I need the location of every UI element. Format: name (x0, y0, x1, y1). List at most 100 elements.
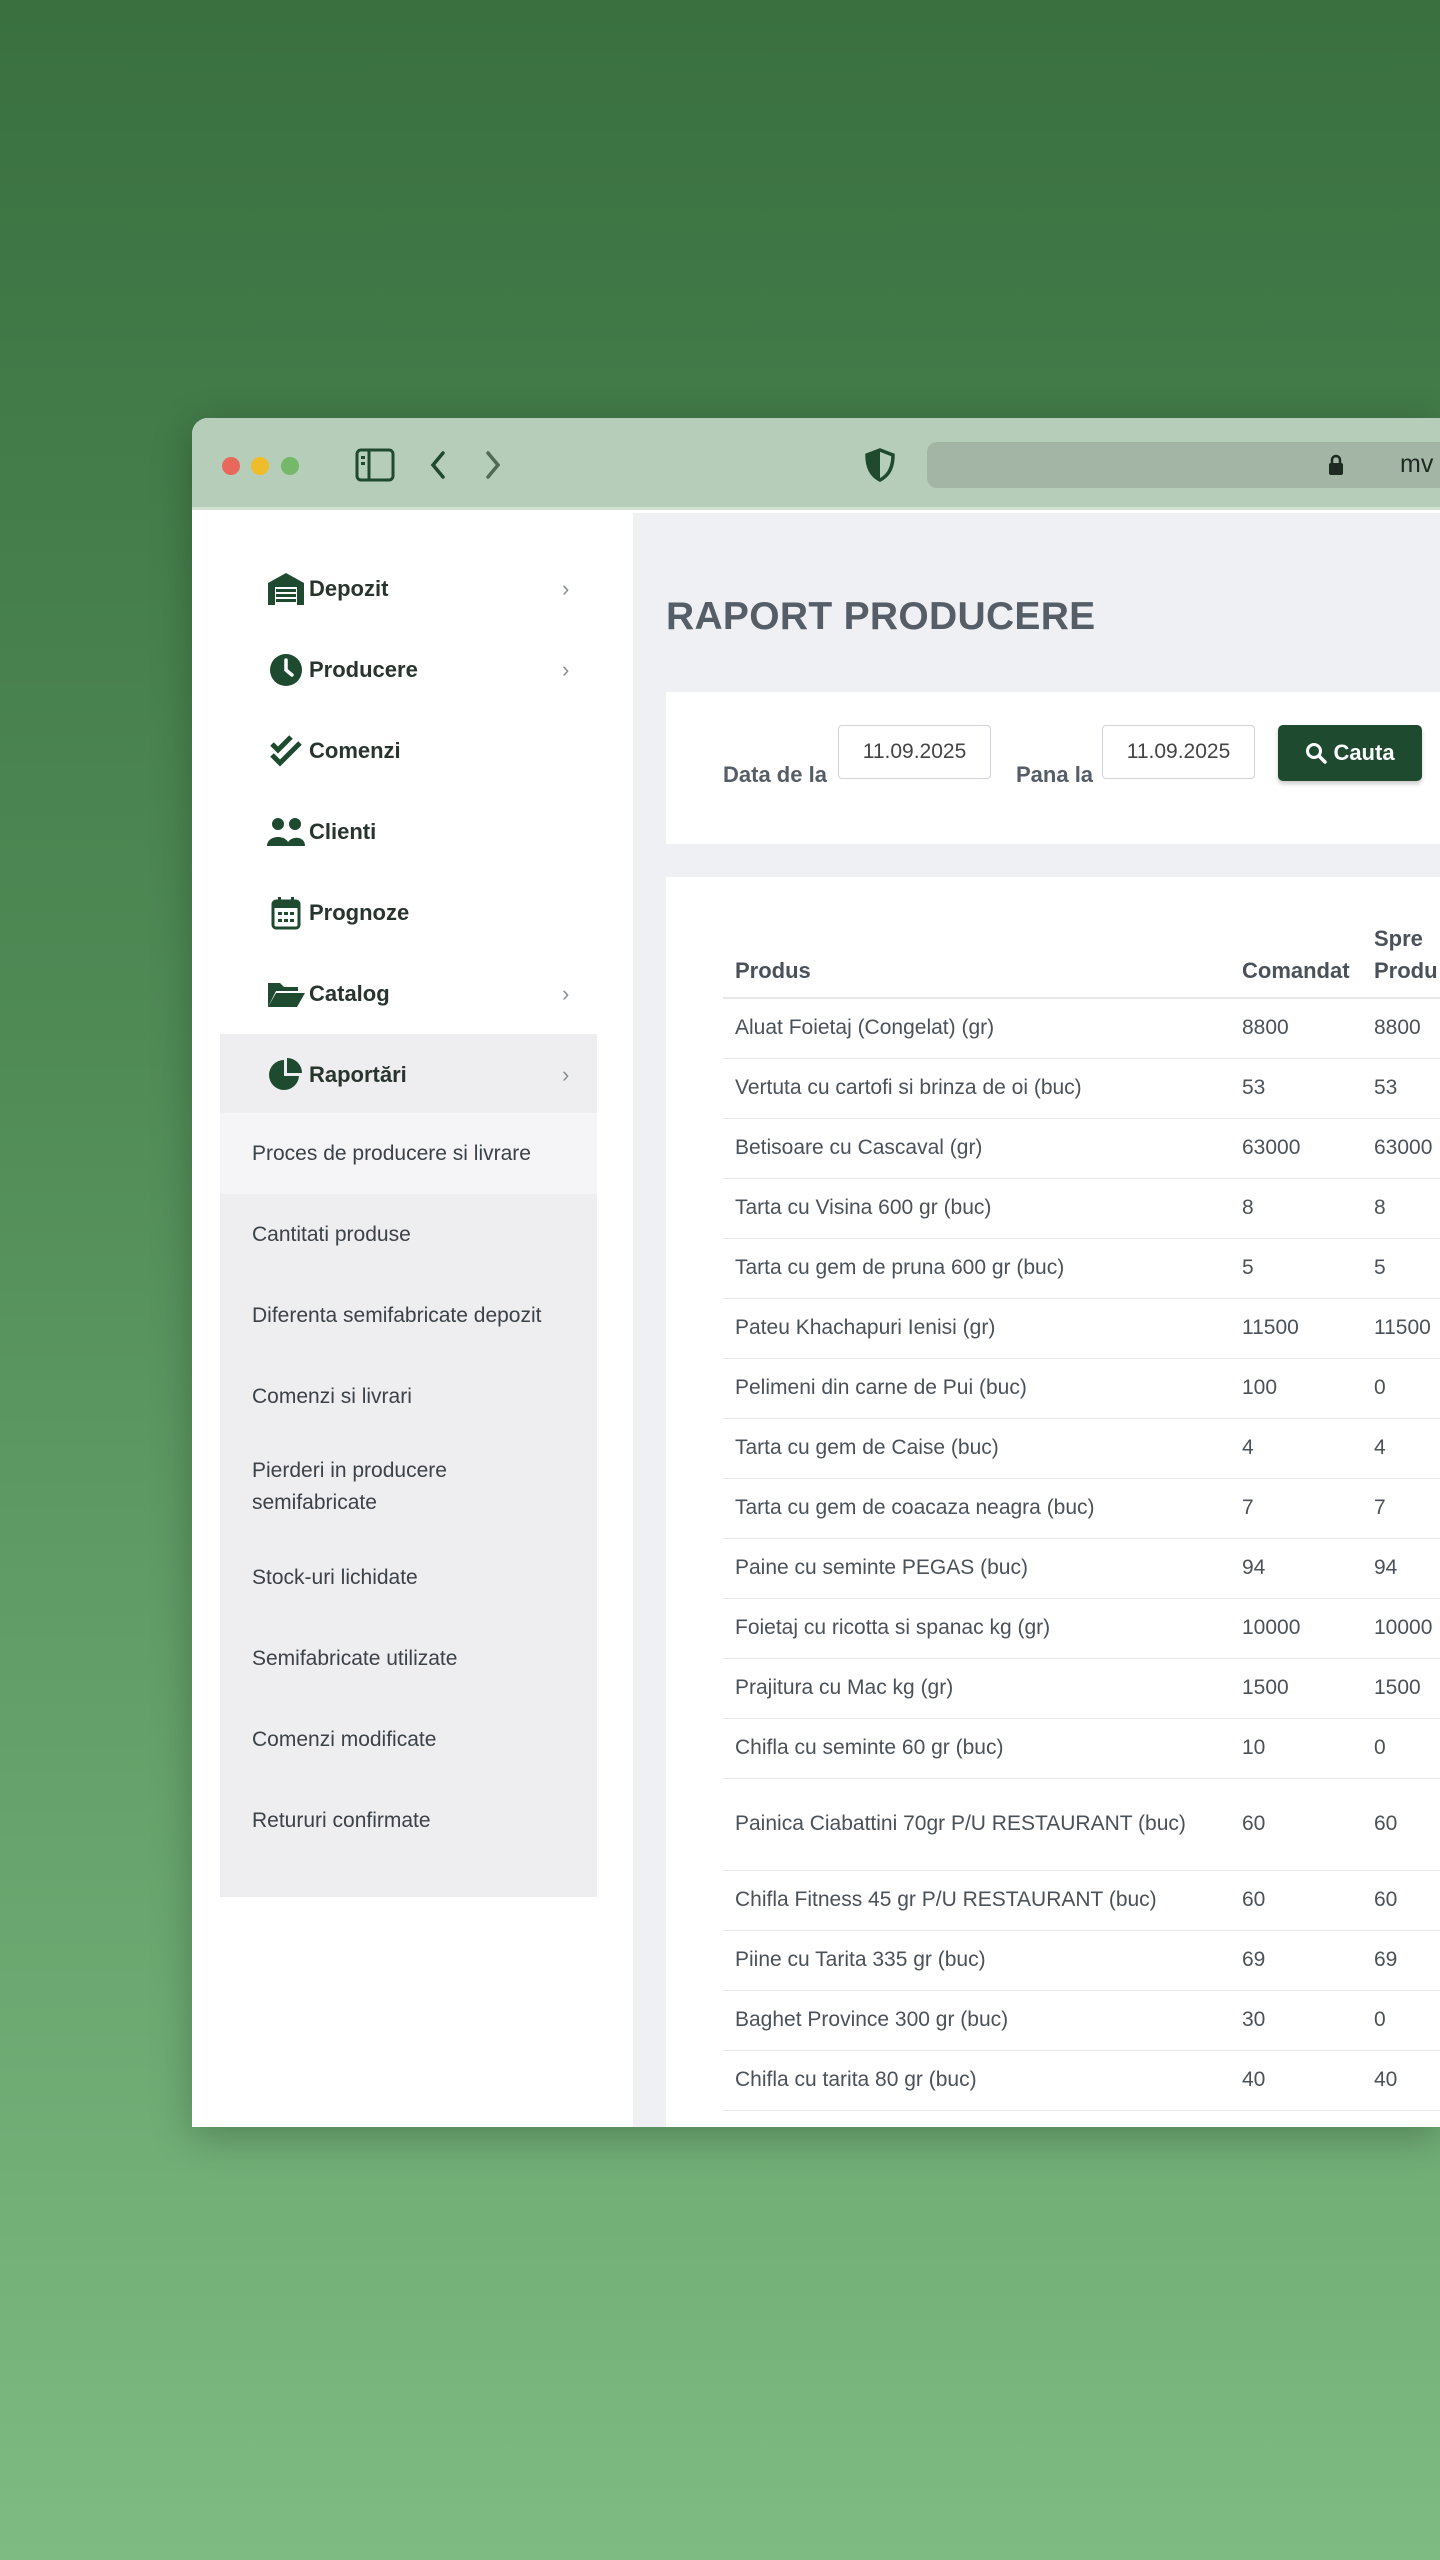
table-row: Foietaj cu ricotta si spanac kg (gr) 1000… (723, 1598, 1440, 1659)
sidebar-item-label: Depozit (309, 575, 389, 601)
submenu-item[interactable]: Pierderi in producere semifabricate (220, 1437, 597, 1537)
column-header-comandat[interactable]: Comandat (1230, 923, 1368, 999)
forward-icon[interactable] (483, 450, 503, 480)
ordered-cell: 8800 (1230, 998, 1368, 1059)
sidebar-toggle-icon[interactable] (355, 448, 395, 482)
submenu-item[interactable]: Proces de producere si livrare (220, 1113, 597, 1194)
sidebar: Depozit › Producere › Comenzi Clienti Prognoze… (192, 513, 633, 2127)
to-produce-cell: 8800 (1368, 998, 1440, 1059)
sidebar-item-label: Comenzi (309, 737, 401, 763)
chevron-right-icon: › (562, 656, 570, 682)
submenu-item[interactable]: Comenzi modificate (220, 1699, 597, 1780)
to-produce-cell: 4 (1368, 1418, 1440, 1479)
sidebar-item-label: Producere (309, 656, 418, 682)
table-row: Chifla cu seminte 60 gr (buc) 10 0 (723, 1718, 1440, 1779)
sidebar-item-catalog[interactable]: Catalog › (220, 953, 597, 1034)
sidebar-item-clienti[interactable]: Clienti (220, 791, 597, 872)
main-content: RAPORT PRODUCERE Data de la 11.09.2025 P… (633, 513, 1440, 2127)
to-produce-cell: 0 (1368, 1990, 1440, 2051)
product-cell: Prajitura cu Mac kg (gr) (723, 1658, 1230, 1719)
product-cell: Baghet Province 300 gr (buc) (723, 1990, 1230, 2051)
sidebar-item-raportri[interactable]: Raportări › (220, 1034, 597, 1115)
product-cell: Tarta cu gem de pruna 600 gr (buc) (723, 1238, 1230, 1299)
chevron-right-icon: › (562, 575, 570, 601)
submenu-item[interactable]: Stock-uri lichidate (220, 1537, 597, 1618)
product-cell: Vertuta cu cartofi si brinza de oi (buc) (723, 1058, 1230, 1119)
to-produce-cell: 53 (1368, 1058, 1440, 1119)
table-row: Vertuta cu cartofi si brinza de oi (buc)… (723, 1058, 1440, 1119)
sidebar-item-depozit[interactable]: Depozit › (220, 548, 597, 629)
minimize-window-button[interactable] (251, 457, 269, 475)
to-produce-cell: 7 (1368, 1478, 1440, 1539)
to-produce-cell: 5 (1368, 1238, 1440, 1299)
to-produce-cell: 1500 (1368, 1658, 1440, 1719)
table-row: Tarta cu Visina 600 gr (buc) 8 8 (723, 1178, 1440, 1239)
calendar-icon (266, 893, 306, 933)
chevron-right-icon: › (562, 1061, 570, 1087)
date-to-input[interactable]: 11.09.2025 (1102, 725, 1255, 779)
submenu-item[interactable]: Diferenta semifabricate depozit (220, 1275, 597, 1356)
sidebar-item-comenzi[interactable]: Comenzi (220, 710, 597, 791)
to-produce-cell: 40 (1368, 2050, 1440, 2111)
zoom-window-button[interactable] (281, 457, 299, 475)
sidebar-item-prognoze[interactable]: Prognoze (220, 872, 597, 953)
product-cell: Betisoare cu Cascaval (gr) (723, 1118, 1230, 1179)
submenu-item[interactable]: Retururi confirmate (220, 1780, 597, 1861)
date-from-label: Data de la (723, 762, 827, 787)
product-cell: Piine cu Tarita 335 gr (buc) (723, 1930, 1230, 1991)
product-cell: Chifla cu tarita 80 gr (buc) (723, 2050, 1230, 2111)
submenu-item[interactable]: Semifabricate utilizate (220, 1618, 597, 1699)
sidebar-item-label: Prognoze (309, 899, 410, 925)
ordered-cell: 100 (1230, 1358, 1368, 1419)
lock-icon (1329, 454, 1343, 475)
browser-toolbar: mv (192, 418, 1440, 510)
product-cell: Foietaj cu ricotta si spanac kg (gr) (723, 1598, 1230, 1659)
ordered-cell: 69 (1230, 1930, 1368, 1991)
table-row: Betisoare cu Cascaval (gr) 63000 63000 (723, 1118, 1440, 1179)
table-row: Chifla Fitness 45 gr P/U RESTAURANT (buc… (723, 1870, 1440, 1931)
to-produce-cell: 8 (1368, 1178, 1440, 1239)
ordered-cell: 60 (1230, 1778, 1368, 1871)
shield-icon[interactable] (864, 448, 896, 482)
table-row: Piine cu Tarita 335 gr (buc) 69 69 (723, 1930, 1440, 1991)
folder-open-icon (266, 974, 306, 1014)
search-icon (1306, 743, 1328, 764)
submenu-item[interactable]: Comenzi si livrari (220, 1356, 597, 1437)
product-cell: Chifla cu seminte 60 gr (buc) (723, 1718, 1230, 1779)
ordered-cell: 10 (1230, 1718, 1368, 1779)
address-bar[interactable]: mv (927, 442, 1440, 488)
double-check-icon (266, 731, 306, 771)
product-cell: Tarta cu gem de coacaza neagra (buc) (723, 1478, 1230, 1539)
page-title: RAPORT PRODUCERE (666, 595, 1096, 638)
back-icon[interactable] (428, 450, 448, 480)
chevron-right-icon: › (562, 980, 570, 1006)
date-from-input[interactable]: 11.09.2025 (838, 725, 991, 779)
search-button[interactable]: Cauta (1278, 725, 1422, 781)
ordered-cell: 4 (1230, 1418, 1368, 1479)
column-header-spre-produ[interactable]: Spre Produ (1368, 923, 1440, 999)
ordered-cell: 94 (1230, 1538, 1368, 1599)
sidebar-item-label: Catalog (309, 980, 390, 1006)
to-produce-cell: 60 (1368, 1870, 1440, 1931)
submenu-item[interactable]: Cantitati produse (220, 1194, 597, 1275)
table-row: Chifla cu tarita 80 gr (buc) 40 40 (723, 2050, 1440, 2111)
table-row: Pelimeni din carne de Pui (buc) 100 0 (723, 1358, 1440, 1419)
filter-card: Data de la 11.09.2025 Pana la 11.09.2025… (666, 692, 1440, 844)
browser-window: mv Depozit › Producere › Comenzi Clienti Progn… (192, 418, 1440, 2127)
search-button-label: Cauta (1333, 740, 1395, 765)
sidebar-item-producere[interactable]: Producere › (220, 629, 597, 710)
column-header-produs[interactable]: Produs (723, 923, 1230, 999)
close-window-button[interactable] (222, 457, 240, 475)
table-row: Baghet Province 300 gr (buc) 30 0 (723, 1990, 1440, 2051)
table-row: Tarta cu gem de Caise (buc) 4 4 (723, 1418, 1440, 1479)
report-table-card: Produs Comandat Spre Produ Aluat Foietaj… (666, 877, 1440, 2127)
users-icon (266, 812, 306, 852)
sidebar-item-label: Raportări (309, 1061, 407, 1087)
table-row: Aluat Foietaj (Congelat) (gr) 8800 8800 (723, 998, 1440, 1059)
to-produce-cell: 69 (1368, 1930, 1440, 1991)
product-cell: Pelimeni din carne de Pui (buc) (723, 1358, 1230, 1419)
product-cell: Aluat Foietaj (Congelat) (gr) (723, 998, 1230, 1059)
table-row: Pateu Khachapuri Ienisi (gr) 11500 11500 (723, 1298, 1440, 1359)
to-produce-cell: 0 (1368, 1718, 1440, 1779)
product-cell: Paine cu seminte PEGAS (buc) (723, 1538, 1230, 1599)
